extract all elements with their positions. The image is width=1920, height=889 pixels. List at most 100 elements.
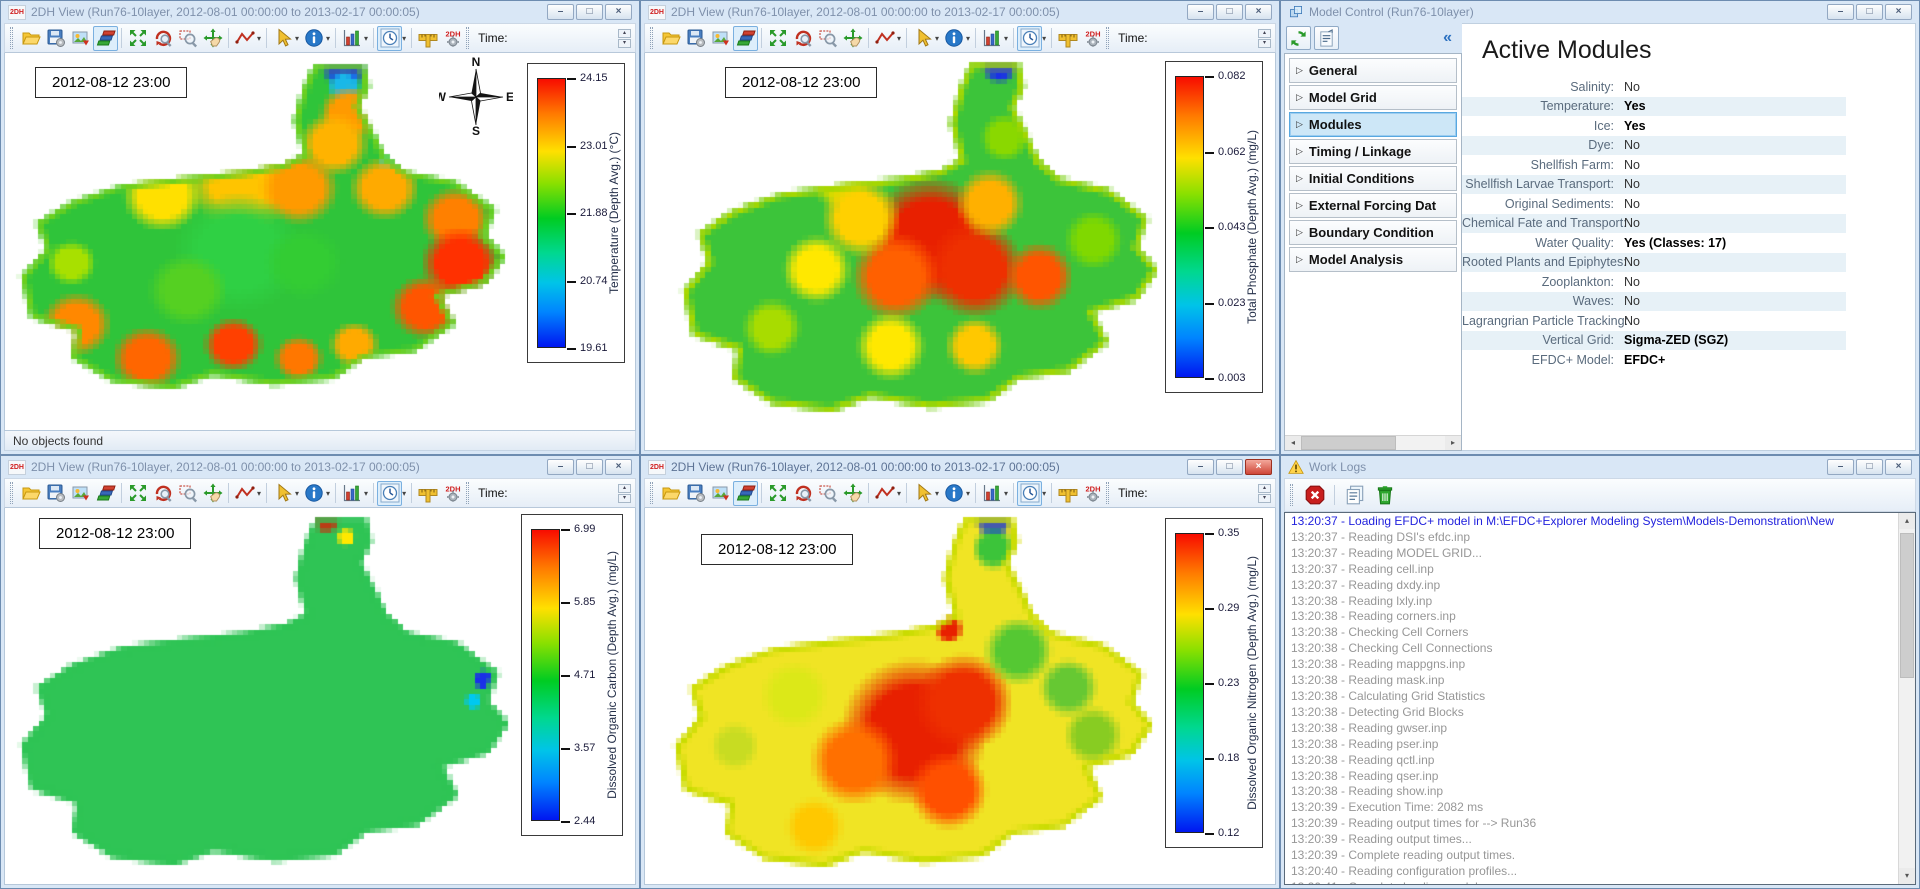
select-arrow-button[interactable]: [910, 26, 935, 51]
fit-extent-button[interactable]: [765, 481, 790, 506]
window-titlebar[interactable]: 2DH 2DH View (Run76-10layer, 2012-08-01 …: [4, 456, 636, 478]
close-button[interactable]: ×: [605, 459, 632, 475]
toolbar-grip[interactable]: [466, 482, 469, 504]
window-titlebar[interactable]: Work Logs – □ ×: [1284, 456, 1916, 478]
maximize-button[interactable]: □: [1856, 459, 1883, 475]
dropdown-arrow-icon[interactable]: ▾: [935, 34, 939, 43]
zoom-previous-button[interactable]: [150, 26, 175, 51]
clock-button[interactable]: [377, 26, 402, 51]
clock-button[interactable]: [1017, 481, 1042, 506]
zoom-previous-button[interactable]: [150, 481, 175, 506]
scroll-left-icon[interactable]: ◂: [1285, 436, 1301, 450]
2dh-settings-button[interactable]: 2DH: [1080, 481, 1105, 506]
dropdown-arrow-icon[interactable]: ▾: [326, 34, 330, 43]
dropdown-arrow-icon[interactable]: ▾: [257, 489, 261, 498]
profile-line-button[interactable]: [872, 481, 897, 506]
window-titlebar[interactable]: 2DH 2DH View (Run76-10layer, 2012-08-01 …: [4, 1, 636, 23]
expander-icon[interactable]: ▷: [1296, 200, 1303, 211]
ruler-button[interactable]: [1055, 481, 1080, 506]
pan-button[interactable]: [840, 481, 865, 506]
window-titlebar[interactable]: Model Control (Run76-10layer) – □ ×: [1284, 1, 1916, 23]
save-button[interactable]: [683, 481, 708, 506]
close-button[interactable]: ×: [1245, 459, 1272, 475]
toolbar-grip[interactable]: [10, 27, 13, 49]
toolbar-grip[interactable]: [650, 482, 653, 504]
spinner-down-icon[interactable]: ▾: [618, 494, 631, 503]
zoom-previous-button[interactable]: [790, 481, 815, 506]
dropdown-arrow-icon[interactable]: ▾: [295, 489, 299, 498]
dropdown-arrow-icon[interactable]: ▾: [326, 489, 330, 498]
refresh-button[interactable]: [1286, 26, 1311, 50]
dropdown-arrow-icon[interactable]: ▾: [402, 34, 406, 43]
chart-button[interactable]: [979, 481, 1004, 506]
dropdown-arrow-icon[interactable]: ▾: [1042, 489, 1046, 498]
info-button[interactable]: [941, 26, 966, 51]
collapse-panel-chevron[interactable]: «: [1443, 29, 1460, 47]
layers-button[interactable]: [93, 481, 118, 506]
select-arrow-button[interactable]: [270, 26, 295, 51]
chart-button[interactable]: [339, 26, 364, 51]
dropdown-arrow-icon[interactable]: ▾: [1004, 489, 1008, 498]
dropdown-arrow-icon[interactable]: ▾: [966, 34, 970, 43]
minimize-button[interactable]: –: [1187, 459, 1214, 475]
pan-button[interactable]: [840, 26, 865, 51]
spinner-up-icon[interactable]: ▴: [618, 484, 631, 493]
open-folder-button[interactable]: [658, 481, 683, 506]
close-button[interactable]: ×: [1885, 4, 1912, 20]
heatmap-canvas[interactable]: [665, 512, 1163, 878]
minimize-button[interactable]: –: [547, 459, 574, 475]
maximize-button[interactable]: □: [1216, 4, 1243, 20]
scroll-up-icon[interactable]: ▴: [1899, 513, 1915, 529]
ruler-button[interactable]: [415, 26, 440, 51]
dropdown-arrow-icon[interactable]: ▾: [897, 489, 901, 498]
close-button[interactable]: ×: [1885, 459, 1912, 475]
expander-icon[interactable]: ▷: [1296, 254, 1303, 265]
time-spinner[interactable]: ▴▾: [618, 29, 631, 48]
profile-line-button[interactable]: [872, 26, 897, 51]
sidebar-item-timing-linkage[interactable]: ▷Timing / Linkage: [1289, 139, 1457, 164]
spinner-up-icon[interactable]: ▴: [618, 29, 631, 38]
select-arrow-button[interactable]: [910, 481, 935, 506]
copy-log-button[interactable]: [1341, 482, 1368, 509]
sidebar-item-general[interactable]: ▷General: [1289, 58, 1457, 83]
close-button[interactable]: ×: [605, 4, 632, 20]
chart-button[interactable]: [979, 26, 1004, 51]
sidebar-item-model-analysis[interactable]: ▷Model Analysis: [1289, 247, 1457, 272]
save-button[interactable]: [683, 26, 708, 51]
minimize-button[interactable]: –: [547, 4, 574, 20]
fit-extent-button[interactable]: [765, 26, 790, 51]
stop-button[interactable]: [1301, 482, 1328, 509]
time-spinner[interactable]: ▴▾: [1258, 484, 1271, 503]
export-image-button[interactable]: [68, 26, 93, 51]
layers-button[interactable]: [93, 26, 118, 51]
time-spinner[interactable]: ▴▾: [1258, 29, 1271, 48]
2dh-settings-button[interactable]: 2DH: [440, 481, 465, 506]
window-titlebar[interactable]: 2DH 2DH View (Run76-10layer, 2012-08-01 …: [644, 1, 1276, 23]
expander-icon[interactable]: ▷: [1296, 146, 1303, 157]
maximize-button[interactable]: □: [576, 4, 603, 20]
toolbar-grip[interactable]: [1106, 27, 1109, 49]
log-vertical-scrollbar[interactable]: ▴ ▾: [1898, 513, 1915, 884]
maximize-button[interactable]: □: [576, 459, 603, 475]
fit-extent-button[interactable]: [125, 481, 150, 506]
expander-icon[interactable]: ▷: [1296, 119, 1303, 130]
dropdown-arrow-icon[interactable]: ▾: [257, 34, 261, 43]
sidebar-item-model-grid[interactable]: ▷Model Grid: [1289, 85, 1457, 110]
window-titlebar[interactable]: 2DH 2DH View (Run76-10layer, 2012-08-01 …: [644, 456, 1276, 478]
scroll-right-icon[interactable]: ▸: [1445, 436, 1461, 450]
dropdown-arrow-icon[interactable]: ▾: [897, 34, 901, 43]
dropdown-arrow-icon[interactable]: ▾: [402, 489, 406, 498]
minimize-button[interactable]: –: [1827, 459, 1854, 475]
clock-button[interactable]: [377, 481, 402, 506]
profile-line-button[interactable]: [232, 26, 257, 51]
open-folder-button[interactable]: [18, 481, 43, 506]
minimize-button[interactable]: –: [1187, 4, 1214, 20]
open-folder-button[interactable]: [18, 26, 43, 51]
heatmap-canvas[interactable]: [11, 512, 519, 876]
export-image-button[interactable]: [708, 26, 733, 51]
scroll-thumb[interactable]: [1301, 436, 1396, 450]
spinner-up-icon[interactable]: ▴: [1258, 29, 1271, 38]
expander-icon[interactable]: ▷: [1296, 65, 1303, 76]
sidebar-horizontal-scrollbar[interactable]: ◂ ▸: [1285, 435, 1461, 450]
zoom-window-button[interactable]: [815, 26, 840, 51]
